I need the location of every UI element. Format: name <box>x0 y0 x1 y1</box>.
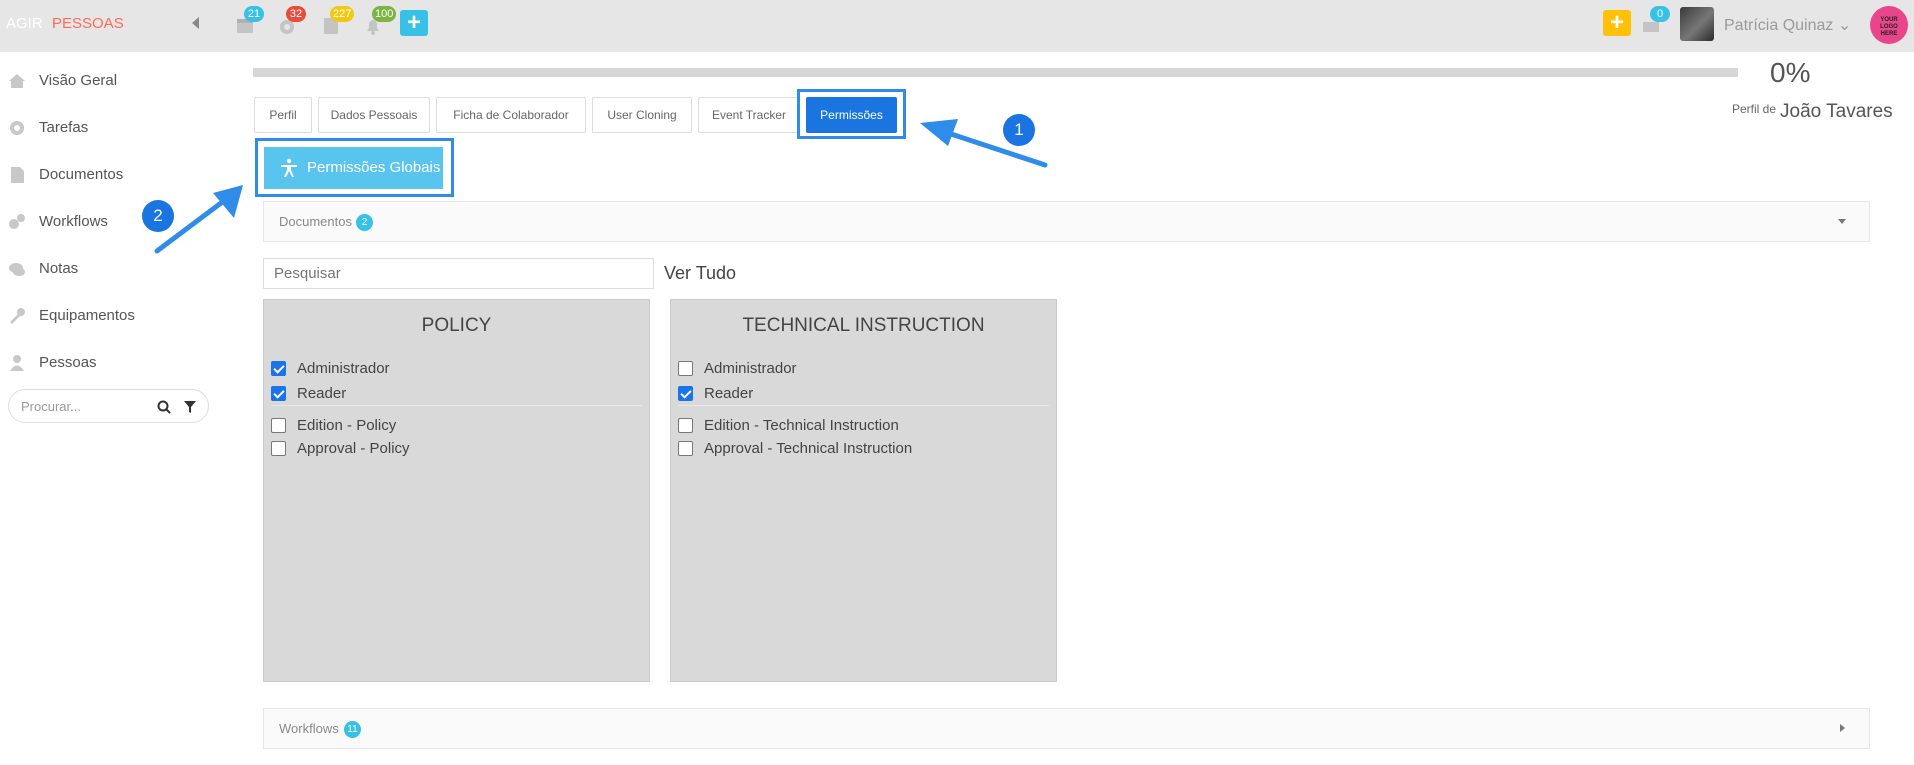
annotation-overlay <box>154 119 1048 254</box>
step-marker-2: 2 <box>142 200 174 232</box>
step-marker-1: 1 <box>1003 114 1035 146</box>
